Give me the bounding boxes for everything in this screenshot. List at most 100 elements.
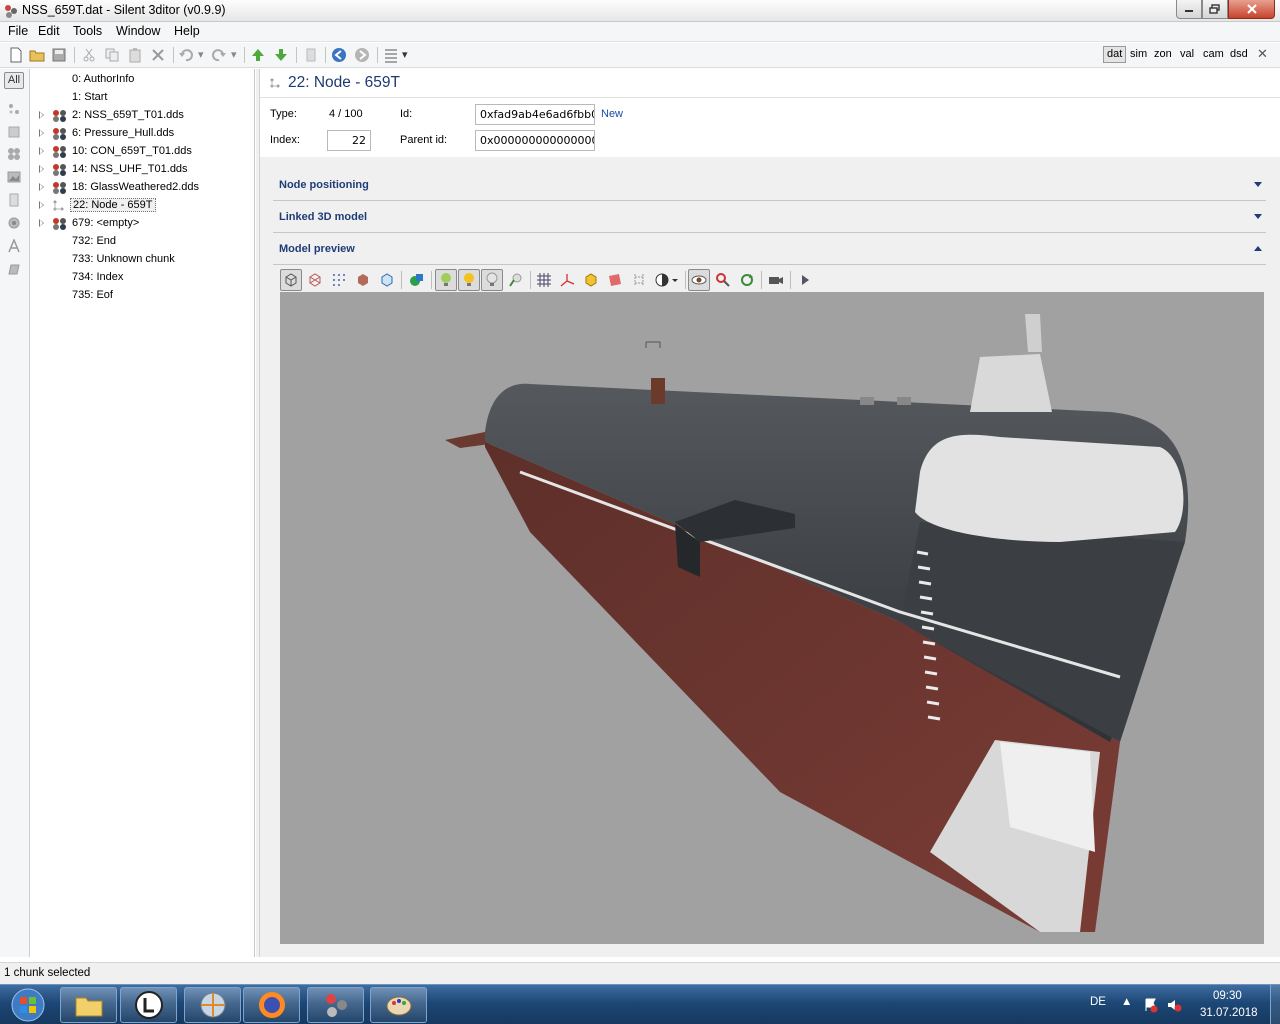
open-folder-icon[interactable] [29, 47, 45, 63]
shading-mode-dropdown[interactable] [652, 269, 682, 291]
new-file-icon[interactable] [8, 47, 24, 63]
menu-help[interactable]: Help [174, 24, 200, 38]
expand-arrow-icon[interactable] [39, 165, 44, 173]
section-model-preview[interactable]: Model preview [273, 233, 1266, 265]
chevron-down-icon[interactable] [1254, 214, 1262, 219]
mode-dsd[interactable]: dsd [1230, 48, 1248, 60]
back-icon[interactable] [331, 47, 347, 63]
tree-item[interactable]: 22: Node - 659T [31, 197, 255, 215]
move-up-icon[interactable] [250, 47, 266, 63]
copy-icon[interactable] [104, 47, 120, 63]
light-3-button[interactable] [481, 269, 503, 291]
redo-dropdown-icon[interactable]: ▾ [231, 48, 237, 61]
delete-icon[interactable] [150, 47, 166, 63]
light-1-button[interactable] [435, 269, 457, 291]
chevron-down-icon[interactable] [1254, 182, 1262, 187]
taskbar-app-orb[interactable] [184, 987, 241, 1023]
model-preview-viewport[interactable] [280, 292, 1264, 944]
close-document-icon[interactable]: ✕ [1257, 46, 1268, 62]
filter-material-icon[interactable] [7, 262, 21, 276]
clock-time[interactable]: 09:30 [1213, 990, 1242, 1002]
clock-date[interactable]: 31.07.2018 [1200, 1007, 1258, 1019]
reset-view-button[interactable] [736, 269, 758, 291]
tree-item[interactable]: 6: Pressure_Hull.dds [31, 125, 255, 143]
expand-arrow-icon[interactable] [39, 201, 44, 209]
view-list-icon[interactable] [383, 47, 399, 63]
minimize-button[interactable] [1176, 0, 1202, 19]
taskbar-app-l[interactable] [120, 987, 177, 1023]
cut-icon[interactable] [81, 47, 97, 63]
expand-arrow-icon[interactable] [39, 111, 44, 119]
maximize-button[interactable] [1202, 0, 1228, 19]
taskbar-paint[interactable] [370, 987, 427, 1023]
taskbar-silent-3ditor[interactable] [307, 987, 364, 1023]
tree-item[interactable]: 14: NSS_UHF_T01.dds [31, 161, 255, 179]
wireframe-button[interactable] [304, 269, 326, 291]
menu-tools[interactable]: Tools [73, 24, 102, 38]
show-desktop-button[interactable] [1270, 985, 1280, 1024]
camera-button[interactable] [765, 269, 787, 291]
menu-edit[interactable]: Edit [38, 24, 60, 38]
forward-icon[interactable] [354, 47, 370, 63]
grid-button[interactable] [533, 269, 555, 291]
mode-dat[interactable]: dat [1103, 46, 1127, 63]
shaded-view-button[interactable] [280, 269, 302, 291]
light-settings-button[interactable] [505, 269, 527, 291]
parent-id-field[interactable]: 0x0000000000000000 [475, 130, 595, 151]
index-field[interactable]: 22 [327, 130, 371, 151]
expand-arrow-icon[interactable] [39, 219, 44, 227]
tree-item[interactable]: 18: GlassWeathered2.dds [31, 179, 255, 197]
filter-sound-icon[interactable] [7, 216, 21, 230]
save-icon[interactable] [51, 47, 67, 63]
id-field[interactable]: 0xfad9ab4e6ad6fbb0 [475, 104, 595, 125]
tree-item[interactable]: 732: End [31, 233, 255, 251]
filter-font-icon[interactable] [7, 239, 21, 253]
mode-cam[interactable]: cam [1203, 48, 1224, 60]
animation-button[interactable] [712, 269, 734, 291]
menu-window[interactable]: Window [116, 24, 160, 38]
close-button[interactable] [1228, 0, 1275, 19]
tree-item[interactable]: 1: Start [31, 89, 255, 107]
mode-zon[interactable]: zon [1154, 48, 1172, 60]
start-button[interactable] [2, 986, 54, 1024]
filter-mesh-icon[interactable] [7, 125, 21, 139]
points-button[interactable] [328, 269, 350, 291]
filter-all-button[interactable]: All [4, 72, 24, 89]
move-down-icon[interactable] [273, 47, 289, 63]
light-2-button[interactable] [458, 269, 480, 291]
section-linked-3d-model[interactable]: Linked 3D model [273, 201, 1266, 233]
axes-button[interactable] [556, 269, 578, 291]
visibility-button[interactable] [688, 269, 710, 291]
disabled-tool-icon[interactable] [303, 47, 319, 63]
view-dropdown-icon[interactable]: ▾ [402, 48, 408, 61]
mode-sim[interactable]: sim [1130, 48, 1147, 60]
undo-icon[interactable] [178, 47, 194, 63]
tree-item[interactable]: 734: Index [31, 269, 255, 287]
filter-image-icon[interactable] [7, 170, 21, 184]
section-node-positioning[interactable]: Node positioning [273, 169, 1266, 201]
filter-document-icon[interactable] [7, 193, 21, 207]
tray-expand-icon[interactable]: ▲ [1121, 996, 1132, 1008]
paste-icon[interactable] [127, 47, 143, 63]
undo-dropdown-icon[interactable]: ▾ [198, 48, 204, 61]
taskbar-firefox[interactable] [243, 987, 300, 1023]
filter-node-icon[interactable] [7, 102, 21, 116]
filter-texture-icon[interactable] [7, 147, 21, 161]
tree-item[interactable]: 2: NSS_659T_T01.dds [31, 107, 255, 125]
expand-arrow-icon[interactable] [39, 129, 44, 137]
tree-item[interactable]: 10: CON_659T_T01.dds [31, 143, 255, 161]
expand-arrow-icon[interactable] [39, 183, 44, 191]
chevron-up-icon[interactable] [1254, 246, 1262, 251]
tree-item[interactable]: 0: AuthorInfo [31, 71, 255, 89]
tree-item[interactable]: 735: Eof [31, 287, 255, 305]
tree-item[interactable]: 679: <empty> [31, 215, 255, 233]
solid-button[interactable] [352, 269, 374, 291]
menu-file[interactable]: File [8, 24, 28, 38]
taskbar-explorer[interactable] [60, 987, 117, 1023]
mode-val[interactable]: val [1180, 48, 1194, 60]
action-center-icon[interactable] [1143, 997, 1159, 1013]
bones-button[interactable] [628, 269, 650, 291]
language-indicator[interactable]: DE [1090, 996, 1106, 1008]
plane-button[interactable] [604, 269, 626, 291]
texture-toggle-button[interactable] [406, 269, 428, 291]
